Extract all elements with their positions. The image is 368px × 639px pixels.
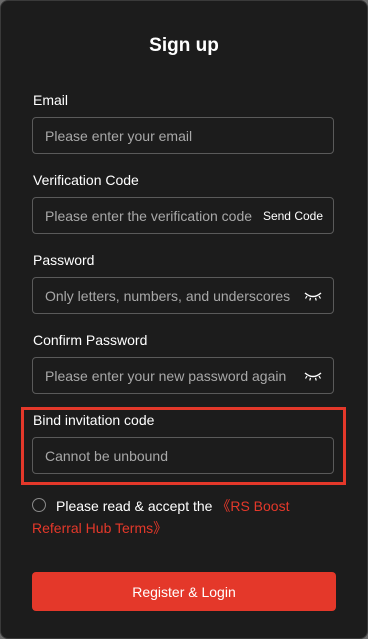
eye-closed-icon[interactable] xyxy=(303,288,323,304)
email-input[interactable] xyxy=(33,118,333,153)
password-field-wrapper xyxy=(32,277,334,314)
verification-field-wrapper: Send Code xyxy=(32,197,334,234)
dialog-title: Sign up xyxy=(149,35,219,56)
terms-text: Please read & accept the xyxy=(56,498,213,514)
invitation-field-wrapper xyxy=(32,437,334,474)
terms-link[interactable]: 《RS Boost xyxy=(216,498,289,514)
confirm-password-input[interactable] xyxy=(33,358,301,393)
invitation-code-label: Bind invitation code xyxy=(33,412,155,428)
eye-closed-icon[interactable] xyxy=(303,368,323,384)
confirm-password-field-wrapper xyxy=(32,357,334,394)
email-field-wrapper xyxy=(32,117,334,154)
email-label: Email xyxy=(33,92,69,108)
password-input[interactable] xyxy=(33,278,301,313)
confirm-password-label: Confirm Password xyxy=(33,332,148,348)
invitation-code-input[interactable] xyxy=(33,438,333,473)
signup-dialog: Sign up Email Verification Code Send Cod… xyxy=(0,0,368,639)
terms-agreement: Please read & accept the 《RS Boost Refer… xyxy=(32,495,332,536)
terms-link-continued[interactable]: Referral Hub Terms》 xyxy=(32,517,167,539)
terms-checkbox[interactable] xyxy=(32,498,46,512)
verification-code-input[interactable] xyxy=(33,198,253,233)
register-login-button[interactable]: Register & Login xyxy=(32,572,336,611)
send-code-button[interactable]: Send Code xyxy=(263,198,323,233)
verification-code-label: Verification Code xyxy=(33,172,139,188)
password-label: Password xyxy=(33,252,95,268)
